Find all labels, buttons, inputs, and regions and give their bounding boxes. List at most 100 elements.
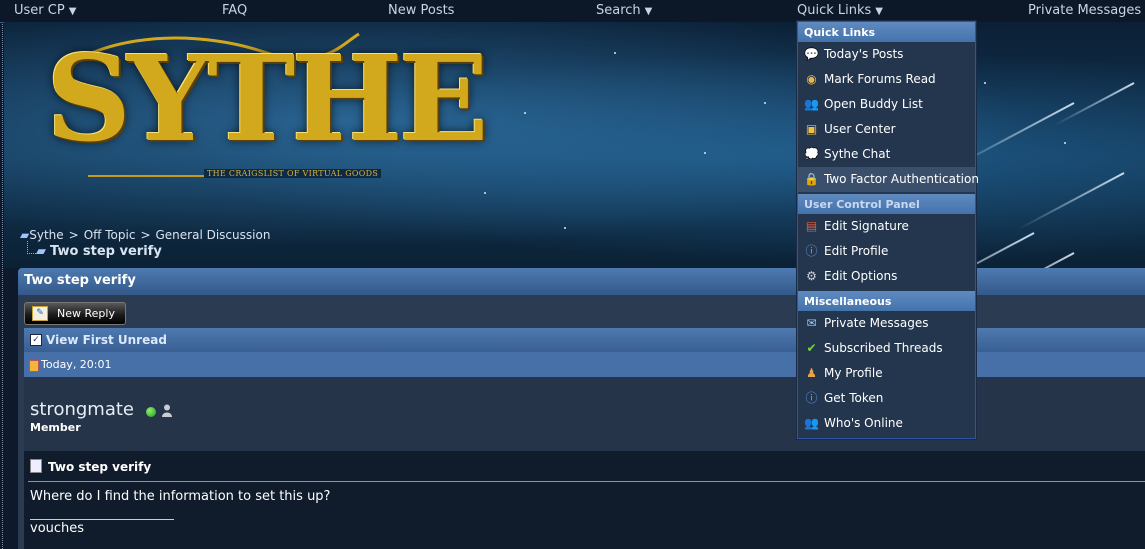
menu-item-mark-forums-read[interactable]: ◉ Mark Forums Read [798, 67, 975, 92]
info-icon: ⓘ [805, 244, 818, 258]
top-navbar: User CP ▼ FAQ New Posts Search ▼ Quick Lin… [0, 0, 1145, 23]
online-status-icon [146, 407, 156, 417]
nav-private-messages[interactable]: Private Messages [1028, 3, 1141, 18]
signature-divider [30, 519, 174, 520]
post-content: Two step verify Where do I find the info… [24, 451, 1145, 549]
user-rank: Member [30, 421, 81, 434]
post-date: Today, 20:01 [41, 358, 112, 371]
menu-item-todays-posts[interactable]: 💬 Today's Posts [798, 42, 975, 67]
menu-item-label: Sythe Chat [824, 147, 891, 161]
profile-icon: ♟ [806, 366, 817, 380]
nav-faq-label: FAQ [222, 3, 248, 18]
user-center-icon: ▣ [805, 122, 818, 136]
post-title-label: Two step verify [48, 460, 152, 474]
menu-item-label: Subscribed Threads [824, 341, 943, 355]
menu-header-user-control-panel: User Control Panel [798, 194, 975, 214]
menu-header-label: Miscellaneous [804, 295, 892, 308]
menu-item-private-messages[interactable]: ✉ Private Messages [798, 311, 975, 336]
nav-quick-links[interactable]: Quick Links ▼ [797, 3, 883, 18]
menu-item-sythe-chat[interactable]: 💭 Sythe Chat [798, 142, 975, 167]
checkbox-icon: ✓ [30, 334, 42, 346]
menu-item-subscribed-threads[interactable]: ✔ Subscribed Threads [798, 336, 975, 361]
post-divider [28, 481, 1145, 482]
view-first-unread-bar: ✓ View First Unread [24, 328, 1145, 352]
nav-search-label: Search [596, 3, 641, 18]
nav-user-cp-label: User CP [14, 3, 65, 18]
menu-item-label: Mark Forums Read [824, 72, 936, 86]
menu-item-edit-profile[interactable]: ⓘ Edit Profile [798, 239, 975, 264]
folder-icon: ▰ [36, 244, 46, 259]
post-message: Where do I find the information to set t… [30, 489, 331, 504]
menu-item-label: Open Buddy List [824, 97, 923, 111]
menu-item-label: Edit Profile [824, 244, 889, 258]
menu-item-whos-online[interactable]: 👥 Who's Online [798, 411, 975, 436]
nav-quick-links-label: Quick Links [797, 3, 872, 18]
menu-item-my-profile[interactable]: ♟ My Profile [798, 361, 975, 386]
eye-icon: ◉ [806, 72, 817, 86]
menu-item-get-token[interactable]: ⓘ Get Token [798, 386, 975, 411]
chat-icon: 💭 [804, 147, 819, 161]
edit-icon: ✎ [32, 306, 48, 321]
menu-item-two-factor-authentication[interactable]: 🔒 Two Factor Authentication [798, 167, 979, 192]
sythe-logo[interactable]: SYTHE [46, 40, 489, 158]
menu-item-label: Get Token [824, 391, 884, 405]
nav-faq[interactable]: FAQ [222, 3, 247, 18]
user-profile-icon[interactable] [162, 404, 172, 417]
menu-item-edit-options[interactable]: ⚙ Edit Options [798, 264, 975, 289]
buddies-icon: 👥 [804, 97, 819, 111]
breadcrumb-item-general-discussion[interactable]: General Discussion [156, 228, 271, 242]
nav-new-posts[interactable]: New Posts [388, 3, 454, 18]
message-icon: ✉ [806, 316, 817, 330]
speech-bubble-icon: 💬 [804, 47, 819, 61]
signature-icon: ▤ [805, 219, 818, 233]
post-date-bar: Today, 20:01 [24, 352, 1145, 377]
logo-tagline: THE CRAIGSLIST OF VIRTUAL GOODS [204, 169, 382, 178]
nav-private-messages-label: Private Messages [1028, 3, 1142, 18]
buddies-icon: 👥 [804, 416, 819, 430]
menu-item-label: Edit Signature [824, 219, 909, 233]
chevron-down-icon: ▼ [644, 6, 653, 17]
gear-icon: ⚙ [806, 269, 817, 283]
new-reply-button[interactable]: ✎ New Reply [24, 302, 126, 325]
lock-icon: 🔒 [804, 172, 819, 186]
signature-link[interactable]: vouches [30, 521, 84, 536]
nav-search[interactable]: Search ▼ [596, 3, 652, 18]
new-reply-label: New Reply [57, 307, 115, 320]
menu-item-label: Who's Online [824, 416, 903, 430]
breadcrumb-current: ▰ Two step verify [26, 244, 162, 259]
breadcrumb-item-sythe[interactable]: Sythe [29, 228, 63, 242]
menu-item-label: Today's Posts [824, 47, 904, 61]
checkmark-icon: ✔ [806, 341, 817, 355]
menu-header-quick-links: Quick Links [798, 22, 975, 42]
menu-header-label: User Control Panel [804, 198, 920, 211]
menu-item-open-buddy-list[interactable]: 👥 Open Buddy List [798, 92, 975, 117]
home-folder-icon[interactable]: ▰ [20, 228, 29, 242]
quick-links-dropdown: Quick Links 💬 Today's Posts ◉ Mark Forum… [797, 21, 979, 439]
thread-title: Two step verify [24, 273, 136, 288]
menu-header-miscellaneous: Miscellaneous [798, 291, 975, 311]
chevron-down-icon: ▼ [875, 6, 883, 17]
breadcrumb-separator: > [140, 228, 151, 242]
breadcrumb-current-label: Two step verify [50, 244, 162, 259]
menu-item-label: Two Factor Authentication [824, 172, 979, 186]
menu-item-label: Private Messages [824, 316, 929, 330]
menu-item-label: User Center [824, 122, 896, 136]
nav-user-cp[interactable]: User CP ▼ [14, 3, 76, 18]
username-link[interactable]: strongmate [30, 399, 134, 420]
page-left-border [2, 0, 3, 549]
view-first-unread-link[interactable]: View First Unread [46, 333, 167, 347]
breadcrumb: ▰Sythe > Off Topic > General Discussion [20, 228, 270, 242]
menu-item-label: My Profile [824, 366, 883, 380]
menu-item-edit-signature[interactable]: ▤ Edit Signature [798, 214, 975, 239]
menu-item-label: Edit Options [824, 269, 898, 283]
post-title: Two step verify [30, 459, 151, 474]
menu-item-user-center[interactable]: ▣ User Center [798, 117, 975, 142]
document-icon [30, 459, 42, 473]
breadcrumb-separator: > [68, 228, 79, 242]
breadcrumb-item-off-topic[interactable]: Off Topic [84, 228, 136, 242]
info-icon: ⓘ [805, 391, 818, 405]
nav-new-posts-label: New Posts [388, 3, 455, 18]
post-status-icon [29, 360, 39, 372]
post-user-info: strongmate Member [24, 377, 1145, 451]
chevron-down-icon: ▼ [68, 6, 77, 17]
